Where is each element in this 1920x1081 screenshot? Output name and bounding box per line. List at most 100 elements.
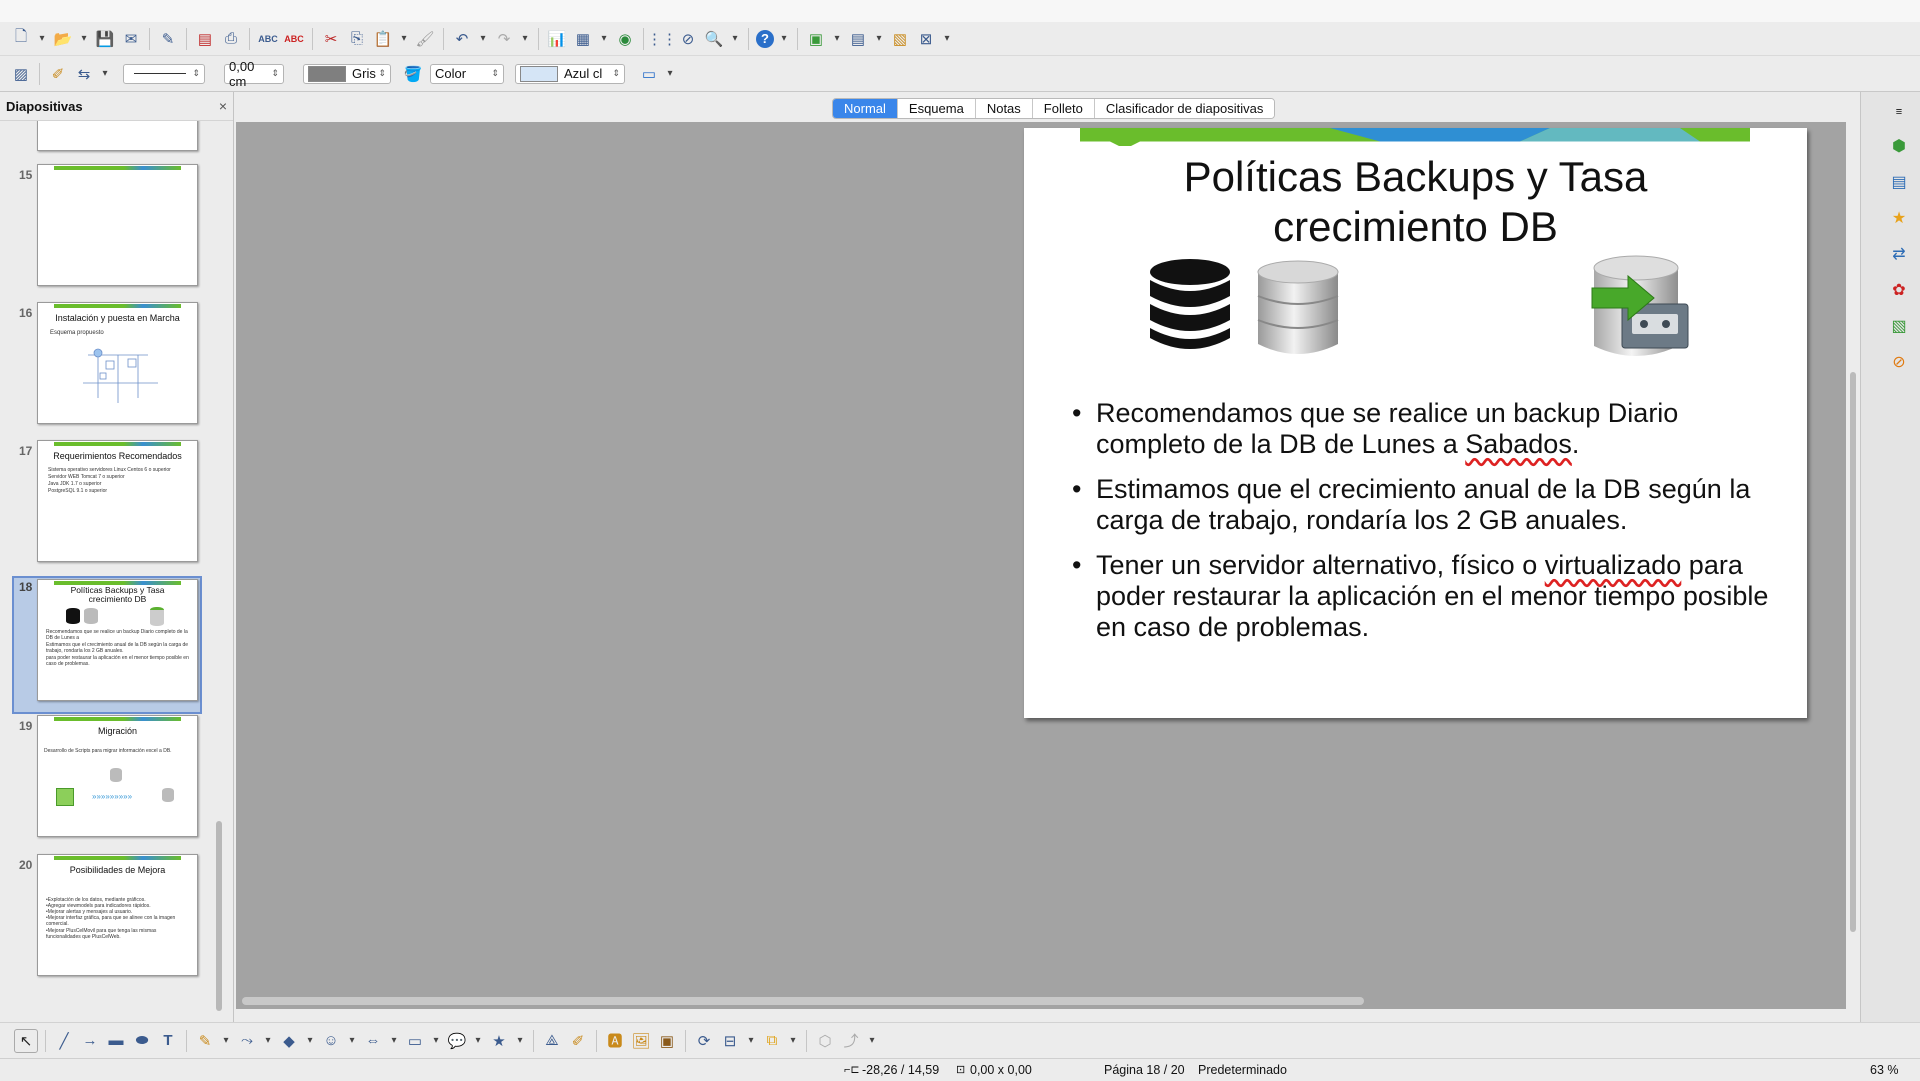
area-color-select[interactable]: Azul cl ⇕ <box>515 63 625 84</box>
scrollbar-thumb[interactable] <box>216 821 222 1011</box>
chevron-down-icon[interactable]: ▾ <box>345 1030 359 1052</box>
slide-thumbnail-16[interactable]: 16 Instalación y puesta en Marcha Esquem… <box>0 302 212 440</box>
line-icon[interactable]: ╱ <box>53 1030 75 1052</box>
save-icon[interactable]: 💾 <box>94 28 116 50</box>
glue-points-icon[interactable]: ✐ <box>567 1030 589 1052</box>
arrow-style-icon[interactable]: ⇆ <box>73 63 95 85</box>
shadow-icon[interactable]: ▭ <box>638 63 660 85</box>
toolbar-overflow-icon[interactable]: ▾ <box>940 28 954 50</box>
text-icon[interactable]: T <box>157 1030 179 1052</box>
edit-file-icon[interactable]: ✎ <box>157 28 179 50</box>
navigator-icon[interactable]: ⊘ <box>1887 350 1911 374</box>
close-icon[interactable]: × <box>219 98 227 114</box>
close-presentation-icon[interactable]: ⊠ <box>915 28 937 50</box>
slides-scrollbar[interactable] <box>214 121 224 1017</box>
chevron-down-icon[interactable]: ▾ <box>77 28 91 50</box>
line-width-field[interactable]: 0,00 cm ⇕ <box>224 59 284 89</box>
export-pdf-icon[interactable]: ▤ <box>194 28 216 50</box>
chevron-down-icon[interactable]: ▾ <box>872 28 886 50</box>
print-icon[interactable]: ⎙ <box>220 28 242 50</box>
points-icon[interactable]: ⟁ <box>541 1030 563 1052</box>
from-file-icon[interactable]: 🖼 <box>630 1030 652 1052</box>
rectangle-icon[interactable]: ▬ <box>105 1030 127 1052</box>
tab-clasificador[interactable]: Clasificador de diapositivas <box>1094 99 1275 118</box>
zoom-icon[interactable]: 🔍 <box>703 28 725 50</box>
chevron-down-icon[interactable]: ▾ <box>219 1030 233 1052</box>
spellcheck-icon[interactable]: ABC <box>257 28 279 50</box>
copy-icon[interactable]: ⎘ <box>346 28 368 50</box>
paste-icon[interactable]: 📋 <box>372 28 394 50</box>
chevron-down-icon[interactable]: ▾ <box>744 1030 758 1052</box>
slide-thumbnail-19[interactable]: 19 Migración Desarrollo de Scripts para … <box>0 715 212 853</box>
block-arrows-icon[interactable]: ⇔ <box>362 1030 384 1052</box>
align-icon[interactable]: ⊟ <box>719 1030 741 1052</box>
connector-icon[interactable]: ⤳ <box>236 1030 258 1052</box>
fontwork-gallery-icon[interactable]: 🅰 <box>604 1030 626 1052</box>
slide-thumbnail-18[interactable]: 18 Políticas Backups y Tasa crecimiento … <box>12 576 202 714</box>
chart-icon[interactable]: 📊 <box>546 28 568 50</box>
gallery-icon[interactable]: ▣ <box>656 1030 678 1052</box>
open-icon[interactable]: 📂 <box>52 28 74 50</box>
chevron-down-icon[interactable]: ▾ <box>597 28 611 50</box>
chevron-down-icon[interactable]: ▾ <box>786 1030 800 1052</box>
properties-icon[interactable]: ⬢ <box>1887 134 1911 158</box>
basic-shapes-icon[interactable]: ◆ <box>278 1030 300 1052</box>
chevron-down-icon[interactable]: ▾ <box>303 1030 317 1052</box>
select-icon[interactable]: ↖ <box>14 1028 38 1053</box>
master-slides-icon[interactable]: ▤ <box>1887 170 1911 194</box>
layout-icon[interactable]: ▤ <box>847 28 869 50</box>
cut-icon[interactable]: ✂ <box>320 28 342 50</box>
rotate-icon[interactable]: ⟳ <box>693 1030 715 1052</box>
chevron-down-icon[interactable]: ▾ <box>397 28 411 50</box>
ellipse-icon[interactable]: ⬬ <box>131 1030 153 1052</box>
vertical-scrollbar[interactable] <box>1846 122 1860 1009</box>
chevron-down-icon[interactable]: ▾ <box>518 28 532 50</box>
server-database-icon[interactable] <box>1256 260 1340 358</box>
chevron-down-icon[interactable]: ▾ <box>830 28 844 50</box>
chevron-down-icon[interactable]: ▾ <box>777 28 791 50</box>
grid-icon[interactable]: ⋮⋮ <box>647 28 677 50</box>
tab-esquema[interactable]: Esquema <box>897 99 976 118</box>
line-icon[interactable]: ✐ <box>47 63 69 85</box>
sidebar-menu-icon[interactable]: ≡ <box>1887 100 1911 124</box>
horizontal-scrollbar[interactable] <box>242 997 1364 1005</box>
slide-thumbnail[interactable] <box>0 121 212 167</box>
chevron-down-icon[interactable]: ▾ <box>728 28 742 50</box>
slide-canvas[interactable]: Políticas Backups y Tasa crecimiento DB <box>236 122 1856 1009</box>
slide-bullets[interactable]: Recomendamos que se realice un backup Di… <box>1072 398 1782 657</box>
master-layout[interactable]: Predeterminado <box>1198 1063 1287 1077</box>
toggle-extrusion-icon[interactable]: ⤴ <box>840 1030 862 1052</box>
chevron-down-icon[interactable]: ▾ <box>471 1030 485 1052</box>
email-icon[interactable]: ✉ <box>120 28 142 50</box>
curve-icon[interactable]: ✎ <box>194 1030 216 1052</box>
line-style-select[interactable]: ⇕ <box>123 63 205 84</box>
stars-icon[interactable]: ★ <box>488 1030 510 1052</box>
database-icon[interactable] <box>1148 258 1232 354</box>
display-icon[interactable]: ▧ <box>889 28 911 50</box>
fill-style-icon[interactable]: ▨ <box>10 63 32 85</box>
extrusion-icon[interactable]: ⬡ <box>814 1030 836 1052</box>
callouts-icon[interactable]: 💬 <box>446 1030 468 1052</box>
styles-icon[interactable]: ✿ <box>1887 278 1911 302</box>
flowchart-icon[interactable]: ▭ <box>404 1030 426 1052</box>
line-color-select[interactable]: Gris ⇕ <box>303 63 391 84</box>
arrow-line-icon[interactable]: → <box>79 1030 101 1052</box>
custom-animation-icon[interactable]: ★ <box>1887 206 1911 230</box>
symbol-shapes-icon[interactable]: ☺ <box>320 1030 342 1052</box>
chevron-down-icon[interactable]: ▾ <box>387 1030 401 1052</box>
chevron-down-icon[interactable]: ▾ <box>513 1030 527 1052</box>
slide-thumbnail-15[interactable]: 15 <box>0 164 212 302</box>
slide-transition-icon[interactable]: ⇄ <box>1887 242 1911 266</box>
scrollbar-thumb[interactable] <box>1850 372 1856 932</box>
toolbar-overflow-icon[interactable]: ▾ <box>663 63 677 85</box>
chevron-down-icon[interactable]: ▾ <box>261 1030 275 1052</box>
current-slide[interactable]: Políticas Backups y Tasa crecimiento DB <box>1024 128 1807 718</box>
arrange-icon[interactable]: ⧉ <box>761 1030 783 1052</box>
area-style-select[interactable]: Color ⇕ <box>430 63 504 84</box>
table-icon[interactable]: ▦ <box>572 28 594 50</box>
zoom-level[interactable]: 63 % <box>1870 1063 1899 1077</box>
tab-folleto[interactable]: Folleto <box>1032 99 1095 118</box>
tab-notas[interactable]: Notas <box>975 99 1033 118</box>
undo-icon[interactable]: ↶ <box>451 28 473 50</box>
slide-title[interactable]: Políticas Backups y Tasa crecimiento DB <box>1024 152 1807 252</box>
